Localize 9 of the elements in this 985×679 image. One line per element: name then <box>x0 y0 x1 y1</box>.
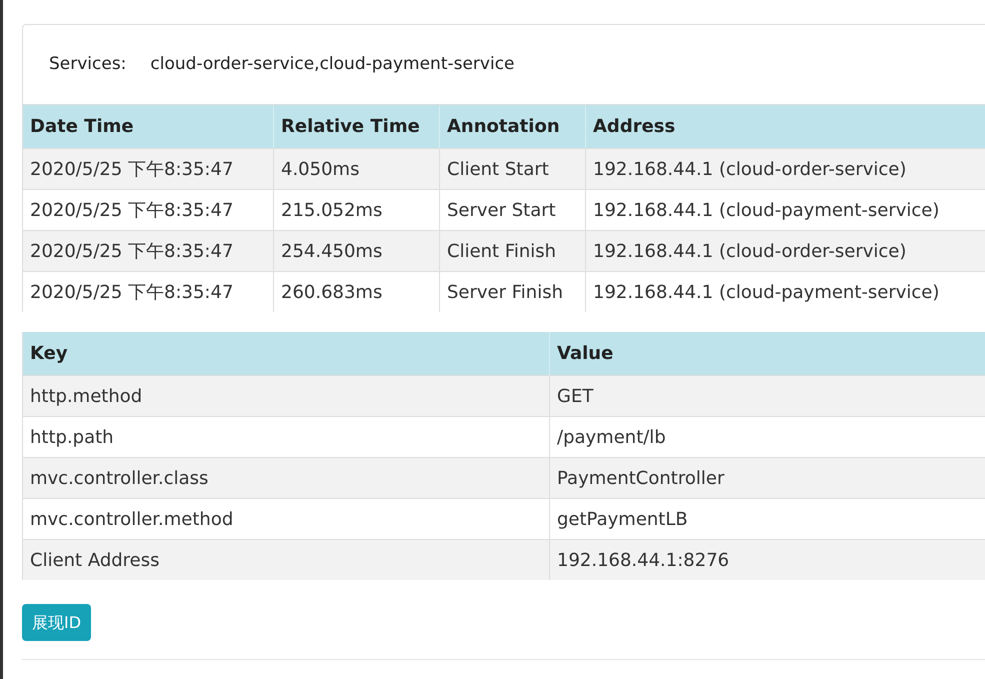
table-cell: 2020/5/25 下午8:35:47 <box>23 272 274 312</box>
services-label: Services: <box>49 52 126 76</box>
table-cell: 260.683ms <box>274 272 440 312</box>
show-id-button[interactable]: 展现ID <box>22 604 92 641</box>
table-cell: Server Finish <box>440 272 586 312</box>
table-cell: 192.168.44.1 (cloud-payment-service) <box>586 272 985 312</box>
services-value: cloud-order-service,cloud-payment-service <box>150 52 515 76</box>
table-cell: Client Address <box>23 540 550 580</box>
table-cell: 192.168.44.1:8276 <box>550 540 985 580</box>
